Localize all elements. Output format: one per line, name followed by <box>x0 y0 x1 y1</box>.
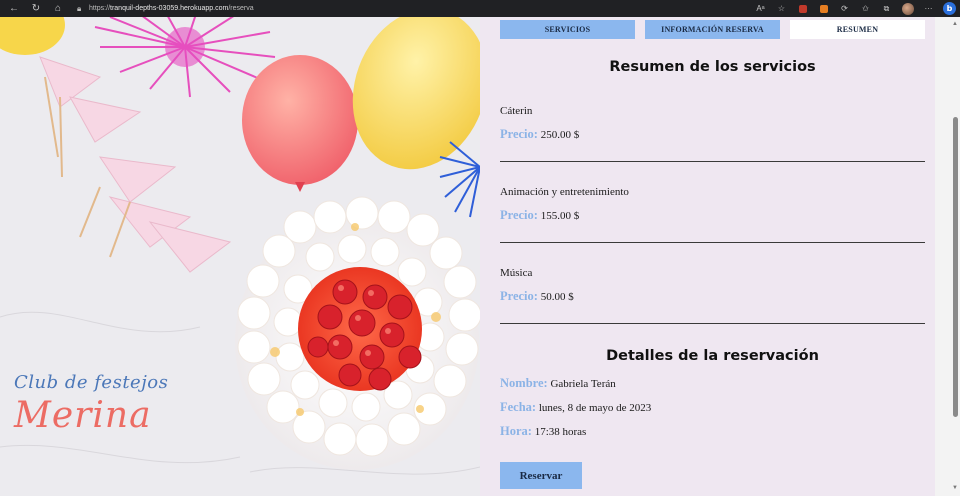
collections-icon[interactable]: ⧉ <box>876 0 897 17</box>
summary-title: Resumen de los servicios <box>609 59 816 75</box>
profile-avatar[interactable] <box>897 0 918 17</box>
service-name: Música <box>500 267 533 279</box>
price-label: Precio: <box>500 208 538 222</box>
extension-icon[interactable] <box>792 0 813 17</box>
reservation-summary-panel: SERVICIOS INFORMACIÓN RESERVA RESUMEN Re… <box>480 17 935 496</box>
scroll-down-icon[interactable]: ▼ <box>952 485 958 491</box>
tab-resumen[interactable]: RESUMEN <box>790 20 925 39</box>
bing-icon[interactable]: b <box>939 0 960 17</box>
date-value: lunes, 8 de mayo de 2023 <box>538 402 652 414</box>
detail-time-row: Hora: 17:38 horas <box>500 424 586 439</box>
price-label: Precio: <box>500 127 538 141</box>
url-prefix: https:// <box>89 5 111 12</box>
divider <box>500 323 925 324</box>
url-path: /reserva <box>228 5 254 12</box>
more-icon[interactable]: ··· <box>918 0 939 17</box>
browser-toolbar: ← ↻ ⌂ 🔒︎ https://tranquil-depths-03059.h… <box>0 0 960 17</box>
tab-servicios[interactable]: SERVICIOS <box>500 20 635 39</box>
time-label: Hora: <box>500 424 532 438</box>
rss-icon[interactable] <box>813 0 834 17</box>
url-host: tranquil-depths-03059.herokuapp.com <box>110 5 229 12</box>
hero-image: Club de festejos Merina <box>0 17 480 496</box>
brand-subtitle: Club de festejos <box>14 372 169 393</box>
url-text: https://tranquil-depths-03059.herokuapp.… <box>89 5 254 12</box>
refresh-extension-icon[interactable]: ⟳ <box>834 0 855 17</box>
read-aloud-icon[interactable]: Aᵃ <box>750 0 771 17</box>
service-price: 50.00 $ <box>540 291 574 303</box>
detail-name-row: Nombre: Gabriela Terán <box>500 376 616 391</box>
detail-date-row: Fecha: lunes, 8 de mayo de 2023 <box>500 400 651 415</box>
date-label: Fecha: <box>500 400 537 414</box>
divider <box>500 161 925 162</box>
details-title: Detalles de la reservación <box>606 348 819 364</box>
lock-icon: 🔒︎ <box>77 3 82 13</box>
name-value: Gabriela Terán <box>550 378 616 390</box>
tab-informacion-reserva[interactable]: INFORMACIÓN RESERVA <box>645 20 780 39</box>
scroll-thumb[interactable] <box>953 117 958 417</box>
service-price-row: Precio: 50.00 $ <box>500 289 574 304</box>
reserve-button[interactable]: Reservar <box>500 462 582 489</box>
address-bar[interactable]: 🔒︎ https://tranquil-depths-03059.herokua… <box>77 2 777 15</box>
browser-tools: Aᵃ ☆ ⟳ ✩ ⧉ ··· b <box>750 0 960 17</box>
service-name: Animación y entretenimiento <box>500 186 629 198</box>
service-price-row: Precio: 155.00 $ <box>500 208 579 223</box>
divider <box>500 242 925 243</box>
time-value: 17:38 horas <box>534 426 587 438</box>
name-label: Nombre: <box>500 376 548 390</box>
favorite-icon[interactable]: ☆ <box>771 0 792 17</box>
page-scrollbar[interactable]: ▲ ▼ <box>935 17 960 496</box>
brand-logo: Club de festejos Merina <box>14 372 168 436</box>
step-tabs: SERVICIOS INFORMACIÓN RESERVA RESUMEN <box>500 20 925 39</box>
favorites-icon[interactable]: ✩ <box>855 0 876 17</box>
home-icon[interactable]: ⌂ <box>47 0 69 17</box>
service-price: 155.00 $ <box>540 210 580 222</box>
back-icon[interactable]: ← <box>3 0 25 17</box>
service-price-row: Precio: 250.00 $ <box>500 127 579 142</box>
brand-name: Merina <box>14 395 152 436</box>
service-price: 250.00 $ <box>540 129 580 141</box>
service-name: Cáterin <box>500 105 533 117</box>
price-label: Precio: <box>500 289 538 303</box>
scroll-up-icon[interactable]: ▲ <box>952 21 958 27</box>
refresh-icon[interactable]: ↻ <box>25 0 47 17</box>
